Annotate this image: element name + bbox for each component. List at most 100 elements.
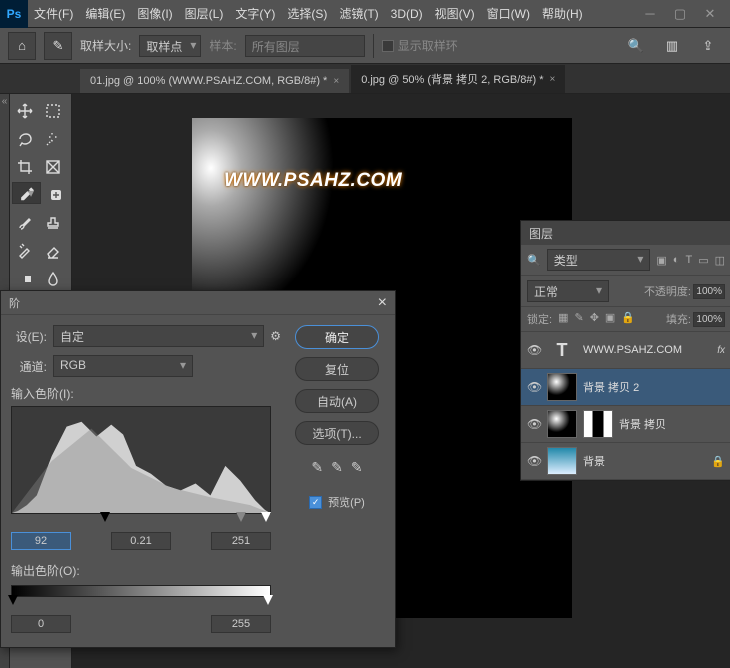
white-point-slider[interactable] (261, 512, 271, 522)
layer-row-text[interactable]: 👁 T WWW.PSAHZ.COM fx (521, 332, 730, 369)
filter-pixel-icon[interactable]: ▣ (656, 254, 666, 267)
menu-view[interactable]: 视图(V) (429, 5, 481, 22)
filter-type-icon[interactable]: T (685, 254, 692, 267)
crop-tool[interactable] (12, 154, 38, 180)
layers-panel: 图层 🔍 类型 ▣ ◐ T ▭ ◫ 正常 不透明度: 锁定: ▦ ✎ ✥ ▣ 🔒… (520, 220, 730, 481)
input-gamma-value[interactable] (111, 532, 171, 550)
preset-gear-icon[interactable]: ⚙ (270, 329, 281, 343)
visibility-icon[interactable]: 👁 (527, 454, 541, 468)
visibility-icon[interactable]: 👁 (527, 417, 541, 431)
doc-tab-2[interactable]: 0.jpg @ 50% (背景 拷贝 2, RGB/8#) *× (351, 65, 565, 93)
lasso-tool[interactable] (12, 126, 38, 152)
options-bar: ⌂ ✎ 取样大小: 取样点 样本: 所有图层 显示取样环 🔍 ▥ ⇪ (0, 28, 730, 64)
output-black-value[interactable] (11, 615, 71, 633)
menu-select[interactable]: 选择(S) (281, 5, 333, 22)
lock-all-icon[interactable]: 🔒 (621, 311, 635, 327)
visibility-icon[interactable]: 👁 (527, 380, 541, 394)
input-black-value[interactable] (11, 532, 71, 550)
layer-row-copy2[interactable]: 👁 背景 拷贝 2 (521, 369, 730, 406)
menu-3d[interactable]: 3D(D) (385, 7, 429, 21)
menu-type[interactable]: 文字(Y) (229, 5, 281, 22)
layer-name[interactable]: 背景 拷贝 (619, 416, 725, 432)
opacity-label: 不透明度: (644, 283, 691, 299)
gamma-slider[interactable] (236, 512, 246, 522)
marquee-tool[interactable] (40, 98, 66, 124)
lock-transparent-icon[interactable]: ▦ (558, 311, 568, 327)
layer-name[interactable]: 背景 拷贝 2 (583, 379, 725, 395)
healing-tool[interactable] (43, 182, 69, 208)
window-buttons: ─ ▢ ✕ (630, 6, 730, 22)
home-button[interactable]: ⌂ (8, 32, 36, 60)
auto-button[interactable]: 自动(A) (295, 389, 379, 413)
gray-eyedropper-icon[interactable]: ✎ (331, 459, 343, 476)
dialog-close-icon[interactable]: × (378, 294, 387, 312)
lock-position-icon[interactable]: ✥ (590, 311, 599, 327)
menu-layer[interactable]: 图层(L) (179, 5, 230, 22)
sample-layers-input[interactable]: 所有图层 (245, 35, 365, 57)
search-icon[interactable]: 🔍 (527, 254, 541, 267)
fx-badge[interactable]: fx (717, 345, 725, 356)
workspace-icon[interactable]: ▥ (658, 32, 686, 60)
layers-panel-title[interactable]: 图层 (521, 221, 730, 245)
ok-button[interactable]: 确定 (295, 325, 379, 349)
filter-smart-icon[interactable]: ◫ (715, 254, 725, 267)
eraser-tool[interactable] (40, 238, 66, 264)
close-button[interactable]: ✕ (702, 6, 718, 22)
menu-file[interactable]: 文件(F) (28, 5, 79, 22)
move-tool[interactable] (12, 98, 38, 124)
output-black-slider[interactable] (8, 595, 18, 605)
options-button[interactable]: 选项(T)... (295, 421, 379, 445)
tool-preset[interactable]: ✎ (44, 32, 72, 60)
lock-pixels-icon[interactable]: ✎ (574, 311, 583, 327)
blend-mode-select[interactable]: 正常 (527, 280, 609, 302)
share-icon[interactable]: ⇪ (694, 32, 722, 60)
output-white-value[interactable] (211, 615, 271, 633)
layer-row-bg[interactable]: 👁 背景 🔒 (521, 443, 730, 480)
history-brush-tool[interactable] (12, 238, 38, 264)
close-tab-icon[interactable]: × (333, 76, 339, 87)
minimize-button[interactable]: ─ (642, 6, 658, 22)
menu-window[interactable]: 窗口(W) (481, 5, 536, 22)
blur-tool[interactable] (40, 266, 66, 292)
menu-edit[interactable]: 编辑(E) (79, 5, 131, 22)
filter-adjust-icon[interactable]: ◐ (673, 254, 680, 267)
filter-shape-icon[interactable]: ▭ (698, 254, 708, 267)
preset-select[interactable]: 自定 (53, 325, 264, 347)
sample-size-select[interactable]: 取样点 (139, 35, 201, 57)
input-white-value[interactable] (211, 532, 271, 550)
brush-tool[interactable] (12, 210, 38, 236)
menu-image[interactable]: 图像(I) (131, 5, 178, 22)
input-slider[interactable] (11, 512, 271, 526)
show-sampling-ring[interactable]: 显示取样环 (382, 37, 458, 54)
lock-artboard-icon[interactable]: ▣ (605, 311, 615, 327)
maximize-button[interactable]: ▢ (672, 6, 688, 22)
layer-thumbnail: T (547, 336, 577, 364)
menu-help[interactable]: 帮助(H) (536, 5, 589, 22)
output-white-slider[interactable] (263, 595, 273, 605)
reset-button[interactable]: 复位 (295, 357, 379, 381)
layer-name[interactable]: WWW.PSAHZ.COM (583, 344, 711, 356)
close-tab-icon[interactable]: × (550, 74, 556, 85)
output-slider[interactable] (11, 595, 271, 609)
white-eyedropper-icon[interactable]: ✎ (351, 459, 363, 476)
search-icon[interactable]: 🔍 (622, 32, 650, 60)
eyedropper-tool[interactable] (12, 182, 41, 204)
layer-filter-select[interactable]: 类型 (547, 249, 651, 271)
black-point-slider[interactable] (100, 512, 110, 522)
histogram (11, 406, 271, 514)
layer-row-copy[interactable]: 👁 背景 拷贝 (521, 406, 730, 443)
fill-input[interactable] (693, 312, 725, 327)
menu-filter[interactable]: 滤镜(T) (333, 5, 384, 22)
layer-thumbnail (547, 410, 577, 438)
layer-name[interactable]: 背景 (583, 453, 705, 469)
black-eyedropper-icon[interactable]: ✎ (311, 459, 323, 476)
opacity-input[interactable] (693, 284, 725, 299)
channel-select[interactable]: RGB (53, 355, 193, 377)
gradient-tool[interactable] (12, 266, 38, 292)
quick-select-tool[interactable] (40, 126, 66, 152)
frame-tool[interactable] (40, 154, 66, 180)
visibility-icon[interactable]: 👁 (527, 343, 541, 357)
preview-checkbox[interactable]: ✓ (309, 496, 322, 509)
stamp-tool[interactable] (40, 210, 66, 236)
doc-tab-1[interactable]: 01.jpg @ 100% (WWW.PSAHZ.COM, RGB/8#) *× (80, 69, 349, 93)
